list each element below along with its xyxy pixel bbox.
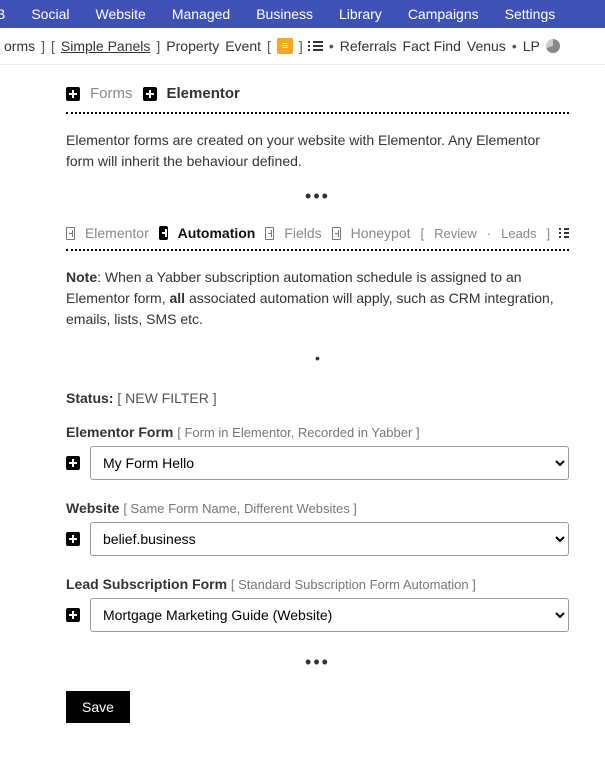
website-hint: [ Same Form Name, Different Websites ]	[123, 501, 357, 516]
elementor-label[interactable]: Elementor	[167, 85, 240, 102]
nav-campaigns[interactable]: Campaigns	[408, 6, 479, 22]
tab-fields[interactable]: Fields	[284, 225, 321, 241]
list-icon[interactable]	[309, 41, 323, 51]
lead-subscription-select[interactable]: Mortgage Marketing Guide (Website)	[90, 598, 569, 632]
elementor-form-hint: [ Form in Elementor, Recorded in Yabber …	[177, 425, 419, 440]
note-text: Note: When a Yabber subscription automat…	[66, 267, 569, 330]
crumb-venus[interactable]: Venus	[467, 38, 506, 54]
plus-icon[interactable]	[159, 226, 168, 240]
nav-managed[interactable]: Managed	[172, 6, 230, 22]
plus-icon[interactable]	[66, 87, 80, 101]
divider	[66, 112, 569, 114]
main-content: Forms Elementor Elementor forms are crea…	[0, 65, 605, 753]
plus-icon[interactable]	[66, 532, 80, 546]
nav-settings[interactable]: Settings	[505, 6, 556, 22]
nav-website[interactable]: Website	[95, 6, 145, 22]
crumb-referrals[interactable]: Referrals	[340, 38, 397, 54]
panel-header: Forms Elementor	[66, 85, 569, 102]
status-label: Status:	[66, 390, 113, 406]
plus-icon[interactable]	[66, 456, 80, 470]
list-icon[interactable]	[560, 228, 569, 238]
forms-label[interactable]: Forms	[90, 85, 133, 102]
nav-business[interactable]: Business	[256, 6, 313, 22]
elementor-form-select[interactable]: My Form Hello	[90, 446, 569, 480]
tab-leads[interactable]: Leads	[501, 226, 536, 241]
crumb-simple-panels[interactable]: Simple Panels	[61, 38, 151, 54]
tab-automation[interactable]: Automation	[178, 225, 256, 241]
breadcrumb: orms ] [ Simple Panels ] Property Event …	[0, 28, 605, 65]
plus-outline-icon[interactable]	[332, 227, 341, 240]
field-elementor-form: Elementor Form [ Form in Elementor, Reco…	[66, 424, 569, 480]
pie-chart-icon[interactable]	[546, 39, 560, 53]
top-nav: B Social Website Managed Business Librar…	[0, 0, 605, 28]
lead-subscription-label: Lead Subscription Form	[66, 576, 227, 592]
plus-icon[interactable]	[66, 608, 80, 622]
crumb-forms[interactable]: orms	[4, 38, 35, 54]
status-row: Status: [ NEW FILTER ]	[66, 390, 569, 406]
crumb-property[interactable]: Property	[166, 38, 219, 54]
nav-social[interactable]: Social	[31, 6, 69, 22]
crumb-fact-find[interactable]: Fact Find	[403, 38, 461, 54]
lead-subscription-hint: [ Standard Subscription Form Automation …	[231, 577, 476, 592]
save-button[interactable]: Save	[66, 691, 130, 723]
elementor-form-label: Elementor Form	[66, 424, 173, 440]
divider	[66, 249, 569, 251]
status-filter[interactable]: [ NEW FILTER ]	[117, 390, 216, 406]
nav-b[interactable]: B	[0, 6, 5, 22]
ellipsis-icon[interactable]: •••	[66, 186, 569, 207]
dot-separator: •	[66, 350, 569, 366]
nav-library[interactable]: Library	[339, 6, 382, 22]
tab-elementor[interactable]: Elementor	[85, 225, 149, 241]
tab-row: Elementor Automation Fields Honeypot [ R…	[66, 225, 569, 241]
panel-description: Elementor forms are created on your webs…	[66, 130, 569, 172]
tab-review[interactable]: Review	[434, 226, 477, 241]
crumb-event[interactable]: Event	[225, 38, 261, 54]
crumb-lp[interactable]: LP	[523, 38, 540, 54]
tab-honeypot[interactable]: Honeypot	[351, 225, 411, 241]
field-website: Website [ Same Form Name, Different Webs…	[66, 500, 569, 556]
plus-outline-icon[interactable]	[66, 227, 75, 240]
website-select[interactable]: belief.business	[90, 522, 569, 556]
plus-outline-icon[interactable]	[265, 227, 274, 240]
plus-icon[interactable]	[143, 87, 157, 101]
badge-orange-icon[interactable]: ≡	[277, 38, 293, 54]
website-label: Website	[66, 500, 119, 516]
ellipsis-icon[interactable]: •••	[66, 652, 569, 673]
field-lead-subscription: Lead Subscription Form [ Standard Subscr…	[66, 576, 569, 632]
